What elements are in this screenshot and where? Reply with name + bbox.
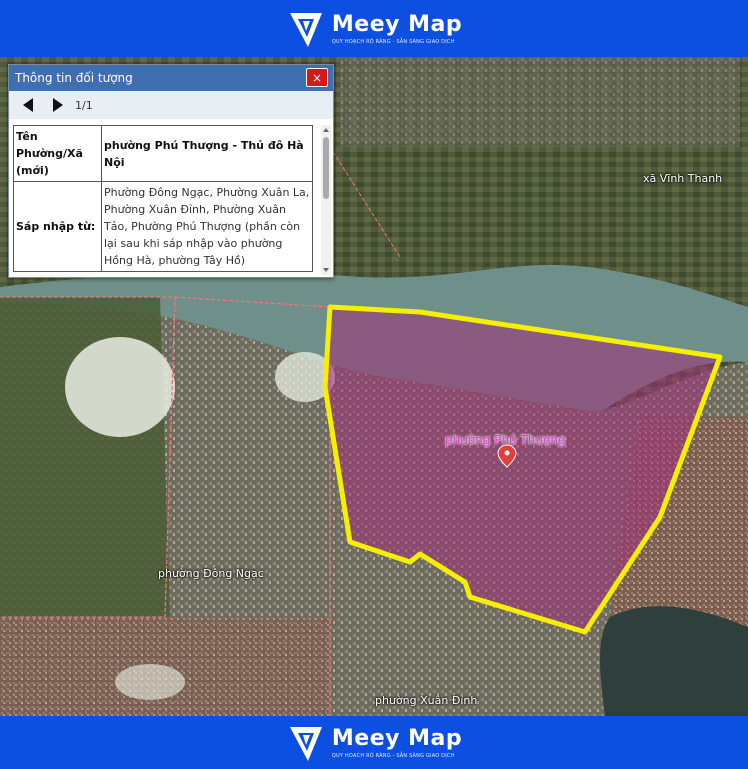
marker-dot bbox=[504, 450, 510, 456]
meey-logo-icon bbox=[289, 726, 322, 761]
close-button[interactable]: × bbox=[306, 68, 328, 87]
panel-title: Thông tin đối tượng bbox=[15, 71, 133, 85]
brand-logo-bottom: Meey Map QUY HOẠCH RÕ RÀNG - SẴN SÀNG GI… bbox=[286, 721, 462, 765]
brand-logo: Meey Map QUY HOẠCH RÕ RÀNG - SẴN SÀNG GI… bbox=[286, 7, 462, 51]
brand-slogan: QUY HOẠCH RÕ RÀNG - SẴN SÀNG GIAO DỊCH bbox=[331, 752, 455, 759]
brand-name: Meey Map bbox=[331, 11, 463, 37]
bottom-banner: Meey Map QUY HOẠCH RÕ RÀNG - SẴN SÀNG GI… bbox=[0, 716, 748, 769]
pager-bar: 1/1 bbox=[9, 91, 333, 119]
next-arrow-icon[interactable] bbox=[53, 98, 63, 112]
info-table: Tên Phường/Xã (mới) phường Phú Thượng - … bbox=[13, 125, 313, 272]
scroll-down-icon[interactable] bbox=[323, 268, 329, 272]
table-row: Sáp nhập từ: Phường Đông Ngạc, Phường Xu… bbox=[13, 181, 313, 272]
info-table-scroll[interactable]: Tên Phường/Xã (mới) phường Phú Thượng - … bbox=[13, 125, 319, 275]
top-banner: Meey Map QUY HOẠCH RÕ RÀNG - SẴN SÀNG GI… bbox=[0, 0, 748, 57]
brand-slogan: QUY HOẠCH RÕ RÀNG - SẴN SÀNG GIAO DỊCH bbox=[331, 38, 455, 45]
prev-arrow-icon[interactable] bbox=[23, 98, 33, 112]
row-value: phường Phú Thượng - Thủ đô Hà Nội bbox=[101, 125, 313, 182]
row-value: Phường Đông Ngạc, Phường Xuân La, Phường… bbox=[101, 181, 313, 272]
row-key: Tên Phường/Xã (mới) bbox=[13, 125, 102, 182]
scrollbar[interactable] bbox=[321, 125, 331, 275]
map-label-vinh-thanh[interactable]: xã Vĩnh Thanh bbox=[643, 172, 722, 185]
meey-logo-icon bbox=[289, 12, 322, 47]
map-label-phu-thuong[interactable]: phường Phú Thượng bbox=[445, 433, 566, 447]
map-label-xuan-dinh[interactable]: phường Xuân Đỉnh bbox=[375, 694, 477, 707]
map-label-dong-ngac[interactable]: phường Đông Ngạc bbox=[158, 567, 264, 580]
object-info-panel: Thông tin đối tượng × 1/1 Tên Phường/Xã … bbox=[8, 64, 334, 278]
panel-header: Thông tin đối tượng × bbox=[9, 65, 333, 91]
pager-count: 1/1 bbox=[75, 98, 93, 112]
brand-name: Meey Map bbox=[331, 725, 463, 751]
row-key: Sáp nhập từ: bbox=[13, 181, 102, 272]
scroll-up-icon[interactable] bbox=[323, 128, 329, 132]
table-row: Tên Phường/Xã (mới) phường Phú Thượng - … bbox=[13, 125, 313, 182]
scroll-thumb[interactable] bbox=[323, 137, 329, 199]
close-icon: × bbox=[311, 70, 323, 85]
